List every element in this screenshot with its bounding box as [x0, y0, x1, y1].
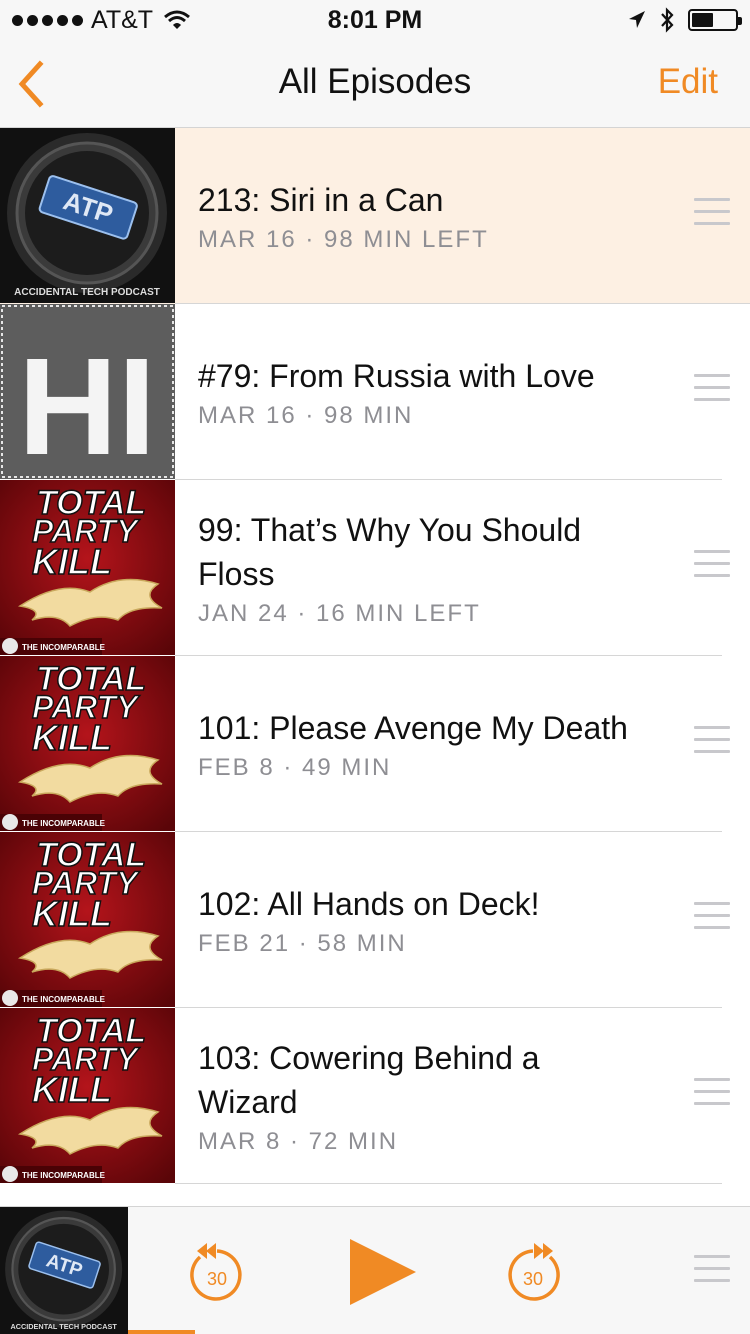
episode-row[interactable]: TOTAL PARTY KILL THE INCOMPARABLE 102: A… [0, 832, 750, 1008]
episode-row[interactable]: TOTAL PARTY KILL THE INCOMPARABLE 103: C… [0, 1008, 750, 1184]
episode-title: #79: From Russia with Love [198, 357, 595, 394]
episode-title: 99: That’s Why You Should Floss [198, 511, 582, 592]
battery-level [692, 13, 713, 27]
reorder-handle-icon[interactable] [694, 726, 730, 760]
tpk-publisher-text: THE INCOMPARABLE [22, 819, 106, 828]
total-party-kill-artwork: TOTAL PARTY KILL THE INCOMPARABLE [0, 656, 175, 831]
episode-artwork: TOTAL PARTY KILL THE INCOMPARABLE [0, 480, 175, 655]
episode-text: 102: All Hands on Deck! FEB 21 · 58 MIN [198, 832, 640, 1007]
episode-row[interactable]: TOTAL PARTY KILL THE INCOMPARABLE 101: P… [0, 656, 750, 832]
episode-title: 101: Please Avenge My Death [198, 709, 628, 746]
hi-letters-text: HI [18, 330, 156, 479]
episode-artwork: ATP ACCIDENTAL TECH PODCAST [0, 128, 175, 303]
edit-button[interactable]: Edit [658, 62, 718, 102]
episode-meta: FEB 21 · 58 MIN [198, 929, 407, 957]
episode-row[interactable]: ATP ACCIDENTAL TECH PODCAST 213: Siri in… [0, 128, 750, 304]
tpk-publisher-text: THE INCOMPARABLE [22, 995, 106, 1004]
bluetooth-icon [661, 7, 674, 33]
episode-row[interactable]: HI #79: From Russia with Love MAR 16 · 98… [0, 304, 750, 480]
battery-icon [688, 9, 742, 31]
reorder-handle-icon[interactable] [694, 1078, 730, 1112]
status-right [628, 6, 742, 34]
player-menu-icon[interactable] [694, 1255, 730, 1289]
episode-meta: MAR 16 · 98 MIN [198, 401, 414, 429]
episode-artwork: HI [0, 304, 175, 479]
skip-back-label: 30 [207, 1269, 227, 1289]
atp-caption-text: ACCIDENTAL TECH PODCAST [10, 1322, 117, 1331]
episode-row[interactable]: TOTAL PARTY KILL THE INCOMPARABLE 99: Th… [0, 480, 750, 656]
location-arrow-icon [629, 11, 645, 28]
atp-caption-text: ACCIDENTAL TECH PODCAST [14, 287, 160, 298]
skip-forward-label: 30 [523, 1269, 543, 1289]
tpk-publisher-text: THE INCOMPARABLE [22, 1171, 106, 1180]
episode-text: 213: Siri in a Can MAR 16 · 98 MIN LEFT [198, 128, 640, 303]
episode-meta: FEB 8 · 49 MIN [198, 753, 392, 781]
play-icon [350, 1239, 416, 1305]
tpk-line3-text: KILL [32, 717, 112, 758]
status-bar: AT&T 8:01 PM [0, 0, 750, 40]
episode-text: 99: That’s Why You Should Floss JAN 24 · … [198, 480, 640, 655]
atp-artwork: ATP ACCIDENTAL TECH PODCAST [0, 128, 175, 303]
total-party-kill-artwork: TOTAL PARTY KILL THE INCOMPARABLE [0, 480, 175, 655]
total-party-kill-artwork: TOTAL PARTY KILL THE INCOMPARABLE [0, 1008, 175, 1183]
play-button[interactable] [346, 1237, 420, 1307]
episode-meta: MAR 16 · 98 MIN LEFT [198, 225, 489, 253]
reorder-handle-icon[interactable] [694, 550, 730, 584]
episode-title: 103: Cowering Behind a Wizard [198, 1039, 540, 1120]
episode-artwork: TOTAL PARTY KILL THE INCOMPARABLE [0, 832, 175, 1007]
row-divider [175, 1183, 722, 1184]
skip-back-30-button[interactable]: 30 [186, 1235, 248, 1305]
total-party-kill-artwork: TOTAL PARTY KILL THE INCOMPARABLE [0, 832, 175, 1007]
episode-artwork: TOTAL PARTY KILL THE INCOMPARABLE [0, 656, 175, 831]
tpk-line3-text: KILL [32, 1069, 112, 1110]
episode-meta: MAR 8 · 72 MIN [198, 1127, 399, 1155]
episode-meta: JAN 24 · 16 MIN LEFT [198, 599, 481, 627]
page-title: All Episodes [278, 62, 472, 101]
tpk-line3-text: KILL [32, 541, 112, 582]
tpk-line3-text: KILL [32, 893, 112, 934]
episode-text: 103: Cowering Behind a Wizard MAR 8 · 72 … [198, 1008, 640, 1183]
episode-list: ATP ACCIDENTAL TECH PODCAST 213: Siri in… [0, 128, 750, 1184]
atp-artwork: ATP ACCIDENTAL TECH PODCAST [0, 1207, 128, 1334]
navigation-bar: All Episodes Edit [0, 40, 750, 128]
mini-player[interactable]: ATP ACCIDENTAL TECH PODCAST 30 30 [0, 1206, 750, 1334]
reorder-handle-icon[interactable] [694, 198, 730, 232]
episode-text: 101: Please Avenge My Death FEB 8 · 49 MI… [198, 656, 640, 831]
reorder-handle-icon[interactable] [694, 374, 730, 408]
episode-title: 102: All Hands on Deck! [198, 885, 540, 922]
reorder-handle-icon[interactable] [694, 902, 730, 936]
now-playing-artwork[interactable]: ATP ACCIDENTAL TECH PODCAST [0, 1207, 128, 1334]
tpk-publisher-text: THE INCOMPARABLE [22, 643, 106, 652]
hi-artwork: HI [0, 304, 175, 479]
episode-text: #79: From Russia with Love MAR 16 · 98 MI… [198, 304, 640, 479]
episode-title: 213: Siri in a Can [198, 181, 444, 218]
playback-progress-bar[interactable] [128, 1330, 195, 1334]
skip-forward-30-button[interactable]: 30 [502, 1235, 564, 1305]
episode-artwork: TOTAL PARTY KILL THE INCOMPARABLE [0, 1008, 175, 1183]
